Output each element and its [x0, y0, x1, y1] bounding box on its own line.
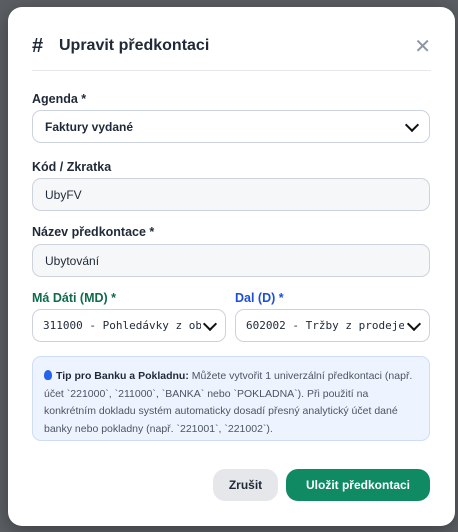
- save-button[interactable]: Uložit předkontaci: [286, 469, 430, 501]
- agenda-select[interactable]: Faktury vydané: [32, 110, 430, 143]
- chevron-down-icon: [202, 316, 218, 331]
- nazev-label: Název předkontace *: [32, 225, 155, 239]
- dialog-header: # Upravit předkontaci ✕: [32, 34, 431, 71]
- dal-value: 602002 - Tržby z prodeje služeb: [246, 319, 404, 332]
- chevron-down-icon: [404, 117, 420, 132]
- hash-icon: #: [32, 35, 44, 57]
- dialog-title: Upravit předkontaci: [59, 37, 210, 54]
- md-value: 311000 - Pohledávky z obchodních vztahů: [43, 319, 201, 332]
- agenda-label: Agenda *: [32, 92, 87, 106]
- kod-value: UbyFV: [45, 187, 82, 202]
- dal-label: Dal (D) *: [235, 291, 284, 305]
- lightbulb-icon: [44, 370, 52, 380]
- tip-title: Tip pro Banku a Pokladnu:: [56, 370, 189, 382]
- dal-select[interactable]: 602002 - Tržby z prodeje služeb: [235, 309, 430, 342]
- edit-predkontace-dialog: # Upravit předkontaci ✕ Agenda * Faktury…: [8, 7, 455, 526]
- chevron-down-icon: [406, 316, 422, 331]
- md-select[interactable]: 311000 - Pohledávky z obchodních vztahů: [32, 309, 226, 342]
- cancel-button[interactable]: Zrušit: [213, 469, 278, 501]
- nazev-input[interactable]: Ubytování: [32, 244, 430, 277]
- kod-input[interactable]: UbyFV: [32, 178, 430, 211]
- nazev-value: Ubytování: [45, 253, 100, 268]
- agenda-value: Faktury vydané: [45, 119, 134, 134]
- tip-box: Tip pro Banku a Pokladnu: Můžete vytvoři…: [32, 356, 430, 441]
- kod-label: Kód / Zkratka: [32, 160, 112, 174]
- md-label: Má Dáti (MD) *: [32, 291, 117, 305]
- close-icon[interactable]: ✕: [414, 34, 431, 59]
